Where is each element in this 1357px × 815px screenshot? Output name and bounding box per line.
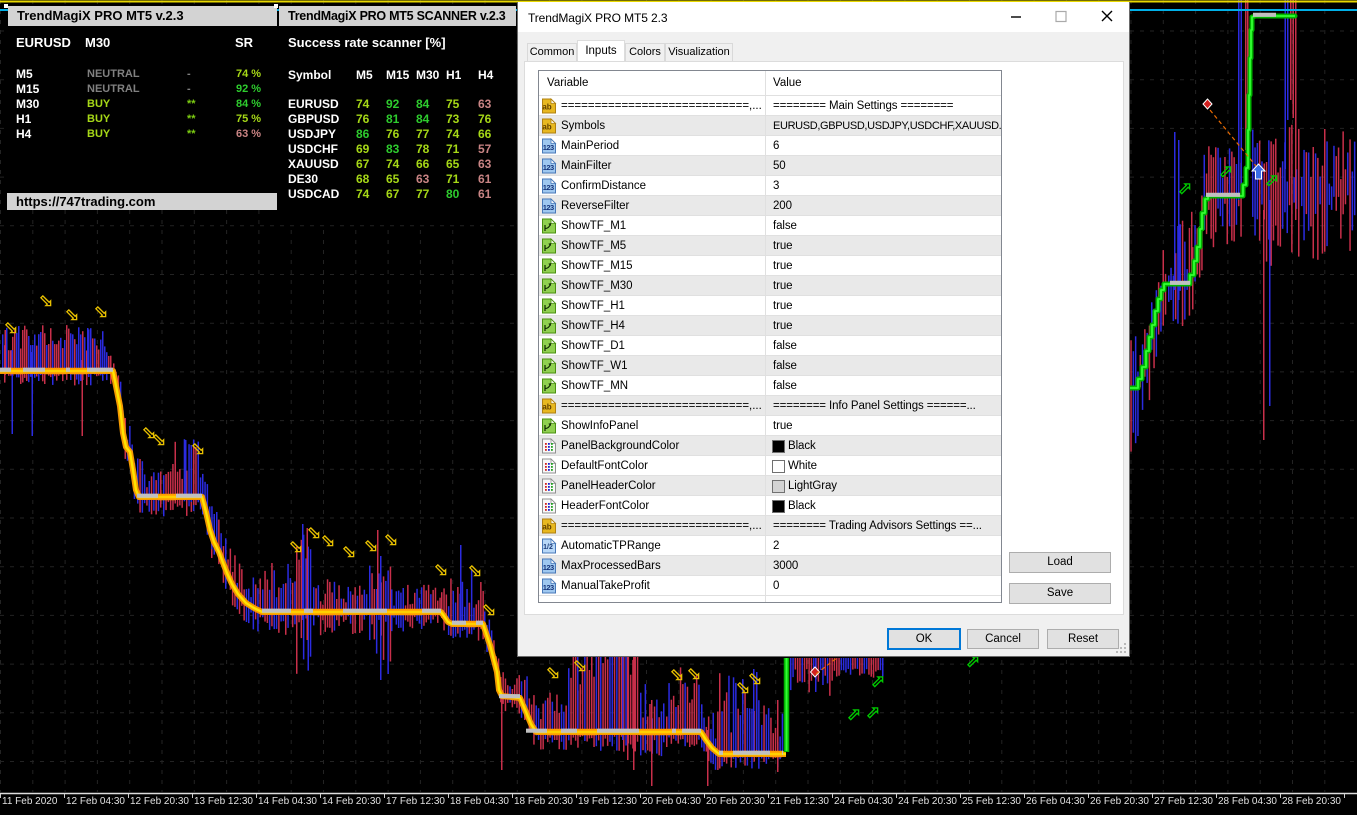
svg-text:ab: ab	[542, 403, 551, 412]
svg-text:1/2: 1/2	[543, 544, 553, 551]
svg-text:123: 123	[543, 583, 554, 592]
svg-text:123: 123	[543, 563, 554, 572]
svg-text:ab: ab	[542, 523, 551, 532]
svg-text:123: 123	[543, 163, 554, 172]
svg-text:123: 123	[543, 203, 554, 212]
svg-text:ab: ab	[542, 123, 551, 132]
svg-text:123: 123	[543, 143, 554, 152]
svg-text:ab: ab	[542, 103, 551, 112]
svg-text:123: 123	[543, 183, 554, 192]
